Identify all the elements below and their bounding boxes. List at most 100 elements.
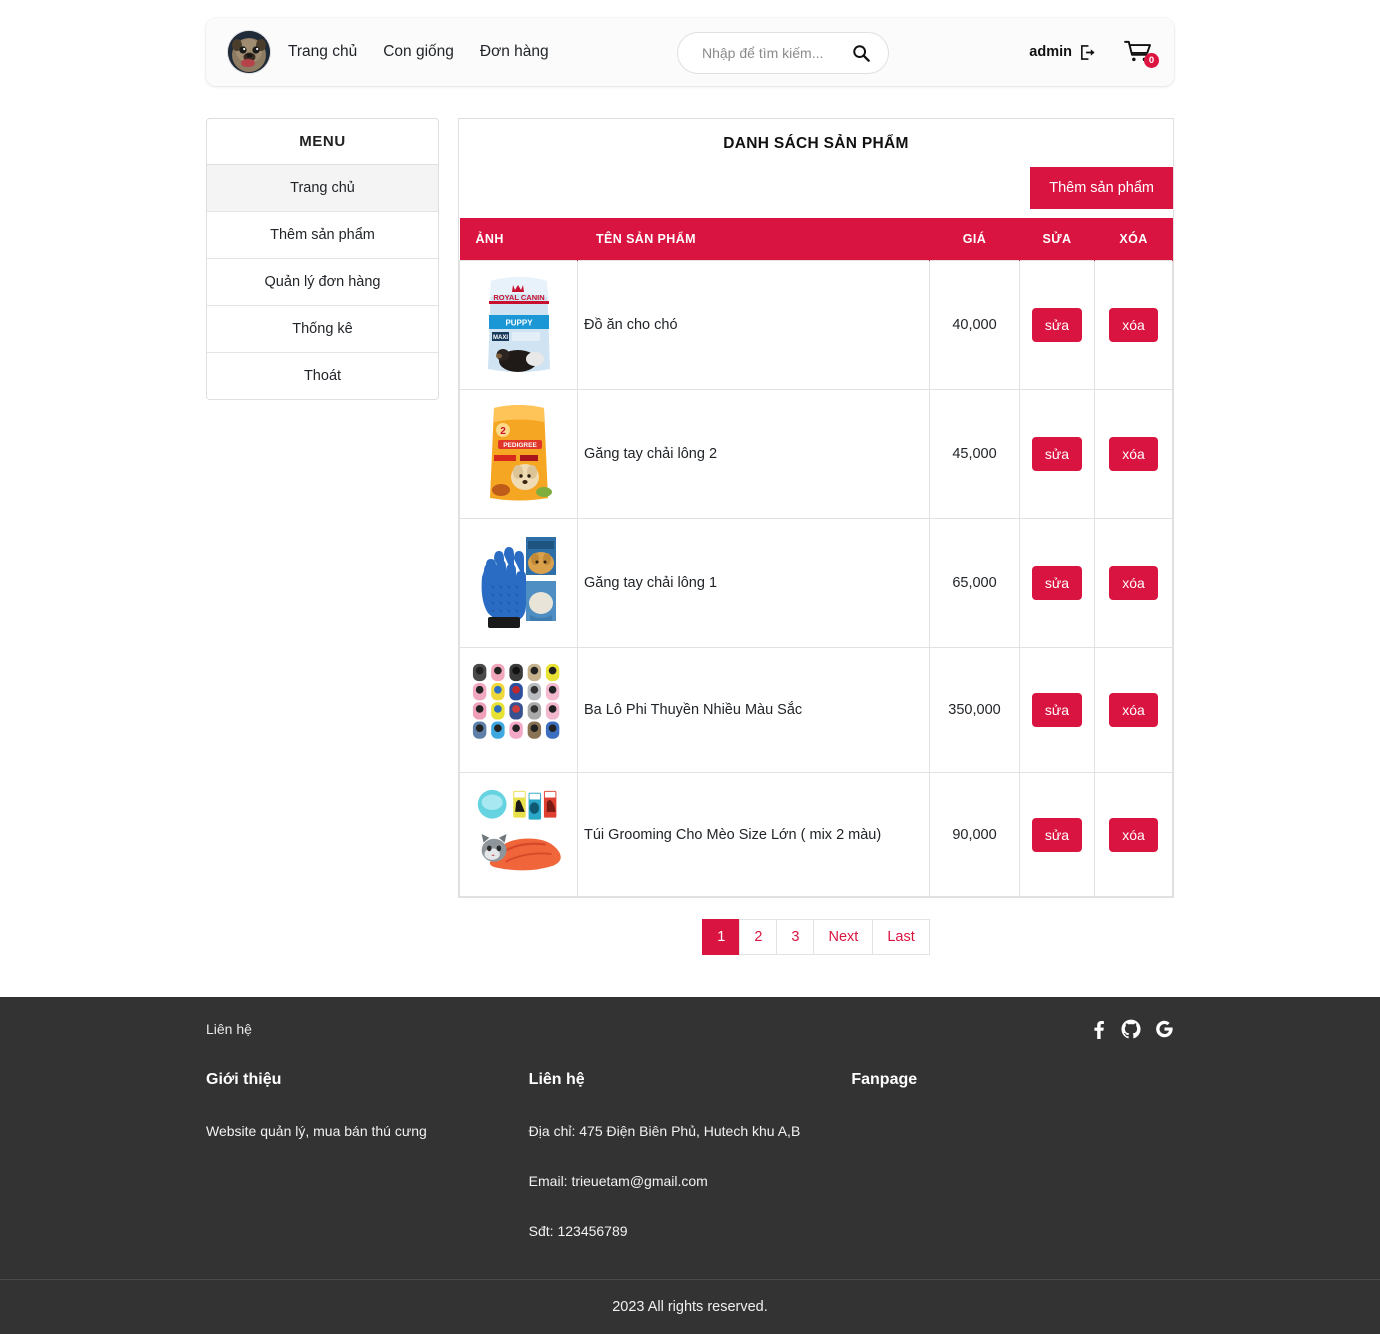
sidebar: MENU Trang chủ Thêm sản phẩm Quản lý đơn… [206,118,439,400]
cell-product-price: 350,000 [929,647,1020,773]
cell-delete: xóa [1094,647,1173,773]
account-area[interactable]: admin [1029,44,1096,61]
cell-edit: sửa [1019,772,1095,897]
delete-button[interactable]: xóa [1109,566,1158,600]
edit-button[interactable]: sửa [1031,437,1083,471]
cell-edit: sửa [1019,260,1095,390]
footer-phone: Sđt: 123456789 [528,1223,628,1239]
brand-avatar[interactable] [228,31,270,73]
cart-button[interactable]: 0 [1124,40,1159,68]
sidebar-item-them-san-pham[interactable]: Thêm sản phẩm [207,212,438,259]
sidebar-item-label: Thêm sản phẩm [270,227,375,243]
delete-button[interactable]: xóa [1109,817,1158,852]
cell-edit: sửa [1019,647,1095,773]
delete-button[interactable]: xóa [1109,308,1158,342]
google-icon[interactable] [1155,1019,1174,1039]
logout-button[interactable] [1079,44,1096,61]
primary-nav: Trang chủ Con giống Đơn hàng [288,43,549,61]
product-table-head: ẢNH TÊN SẢN PHẨM GIÁ SỬA XÓA [459,218,1173,261]
svg-text:ROYAL CANIN: ROYAL CANIN [493,293,544,302]
table-row: Ba Lô Phi Thuyền Nhiều Màu Sắc 350,000 s… [459,647,1173,773]
github-icon[interactable] [1121,1019,1141,1039]
svg-text:PUPPY: PUPPY [505,319,533,328]
colorful-pet-backpacks-grid-image [471,658,567,758]
header-cell-edit: SỬA [1019,218,1095,261]
sidebar-item-thong-ke[interactable]: Thống kê [207,306,438,353]
svg-text:2: 2 [500,426,506,437]
product-table-body: ROYAL CANIN PUPPY MAXI Đồ ăn cho chó 40,… [459,260,1173,897]
table-row: ROYAL CANIN PUPPY MAXI Đồ ăn cho chó 40,… [459,260,1173,390]
copyright-text: 2023 All rights reserved. [0,1279,1380,1334]
edit-button[interactable]: sửa [1031,817,1083,852]
sidebar-item-trang-chu[interactable]: Trang chủ [207,165,438,212]
nav-link-don-hang[interactable]: Đơn hàng [480,43,549,61]
admin-username: admin [1029,44,1072,60]
top-navbar: Trang chủ Con giống Đơn hàng admin [206,18,1174,86]
edit-button[interactable]: sửa [1031,693,1083,727]
add-product-button[interactable]: Thêm sản phẩm [1030,167,1173,209]
pagination: 1 2 3 Next Last [458,919,1174,955]
pagination-next[interactable]: Next [813,919,873,955]
cell-product-name: Găng tay chải lông 2 [577,389,930,519]
sidebar-item-label: Trang chủ [290,180,355,196]
cell-product-image [459,772,578,897]
footer-top-bar: Liên hệ [0,997,1380,1045]
pagination-page-1[interactable]: 1 [702,919,740,955]
social-links [1089,1019,1174,1039]
blue-pet-grooming-glove-image [478,529,560,633]
page-root: Trang chủ Con giống Đơn hàng admin [0,0,1380,1334]
table-header-row: ẢNH TÊN SẢN PHẨM GIÁ SỬA XÓA [459,218,1173,261]
pagination-last[interactable]: Last [872,919,930,955]
footer: Liên hệ Giới thiệu Website quản lý, mua … [0,997,1380,1334]
sidebar-title: MENU [207,119,438,165]
nav-link-trang-chu[interactable]: Trang chủ [288,43,357,61]
facebook-icon[interactable] [1089,1019,1107,1039]
search-box [677,32,889,74]
footer-column-lien-he: Liên hệ Địa chỉ: 475 Điện Biên Phủ, Hute… [529,1071,852,1239]
sidebar-item-label: Thống kê [292,321,353,337]
cell-edit: sửa [1019,518,1095,648]
cell-delete: xóa [1094,772,1173,897]
footer-text: Website quản lý, mua bán thú cưng [206,1123,427,1139]
footer-heading: Giới thiệu [206,1071,282,1088]
sidebar-item-quan-ly-don-hang[interactable]: Quản lý đơn hàng [207,259,438,306]
product-table: ẢNH TÊN SẢN PHẨM GIÁ SỬA XÓA ROYAL CANIN… [459,218,1173,897]
main-panel: DANH SÁCH SẢN PHẨM Thêm sản phẩm ẢNH TÊN… [458,118,1174,955]
search-input[interactable] [700,44,850,62]
svg-text:MAXI: MAXI [493,335,508,341]
cell-product-price: 90,000 [929,772,1020,897]
cell-product-price: 65,000 [929,518,1020,648]
sidebar-item-thoat[interactable]: Thoát [207,353,438,399]
edit-button[interactable]: sửa [1031,308,1083,342]
footer-contact-link[interactable]: Liên hệ [206,1021,252,1037]
footer-columns: Giới thiệu Website quản lý, mua bán thú … [0,1045,1380,1279]
cell-product-image: ROYAL CANIN PUPPY MAXI [459,260,578,390]
cell-product-image [459,647,578,773]
cell-product-name: Ba Lô Phi Thuyền Nhiều Màu Sắc [577,647,930,773]
cell-product-name: Găng tay chải lông 1 [577,518,930,648]
cart-count-badge: 0 [1144,53,1159,68]
delete-button[interactable]: xóa [1109,437,1158,471]
add-product-row: Thêm sản phẩm [459,167,1173,218]
header-cell-delete: XÓA [1094,218,1173,261]
cell-edit: sửa [1019,389,1095,519]
pagination-page-2[interactable]: 2 [739,919,777,955]
edit-button[interactable]: sửa [1031,566,1083,600]
footer-heading: Liên hệ [528,1071,585,1088]
cell-delete: xóa [1094,260,1173,390]
header-region: Trang chủ Con giống Đơn hàng admin [0,0,1380,86]
cell-product-name: Túi Grooming Cho Mèo Size Lớn ( mix 2 mà… [577,772,930,897]
search-button[interactable] [850,44,872,62]
nav-link-con-giong[interactable]: Con giống [383,43,454,61]
footer-heading: Fanpage [851,1071,918,1088]
search-icon [853,45,870,62]
footer-column-fanpage: Fanpage [851,1071,1174,1239]
delete-button[interactable]: xóa [1109,693,1158,727]
cell-delete: xóa [1094,518,1173,648]
pagination-page-3[interactable]: 3 [776,919,814,955]
footer-column-gioi-thieu: Giới thiệu Website quản lý, mua bán thú … [206,1071,529,1239]
header-right-area: admin 0 [1029,40,1159,68]
table-row: Găng tay chải lông 1 65,000 sửa xóa [459,518,1173,648]
sidebar-item-label: Quản lý đơn hàng [264,274,381,290]
cell-product-name: Đồ ăn cho chó [577,260,930,390]
